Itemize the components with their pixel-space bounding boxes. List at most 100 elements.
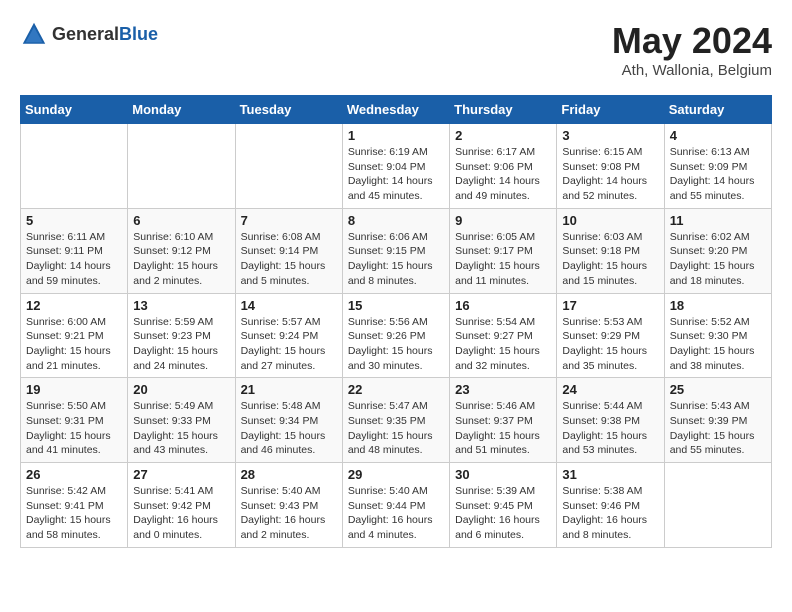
calendar-cell: 18 Sunrise: 5:52 AM Sunset: 9:30 PM Dayli… [664, 293, 771, 378]
day-number: 20 [133, 382, 229, 397]
day-info: Sunrise: 5:40 AM Sunset: 9:44 PM Dayligh… [348, 484, 444, 543]
calendar-cell: 5 Sunrise: 6:11 AM Sunset: 9:11 PM Daylig… [21, 208, 128, 293]
calendar-cell: 4 Sunrise: 6:13 AM Sunset: 9:09 PM Daylig… [664, 124, 771, 209]
calendar-week-row: 5 Sunrise: 6:11 AM Sunset: 9:11 PM Daylig… [21, 208, 772, 293]
day-info: Sunrise: 5:48 AM Sunset: 9:34 PM Dayligh… [241, 399, 337, 458]
calendar-table: Sunday Monday Tuesday Wednesday Thursday… [20, 95, 772, 548]
calendar-cell: 6 Sunrise: 6:10 AM Sunset: 9:12 PM Daylig… [128, 208, 235, 293]
calendar-cell: 23Sunrise: 5:46 AM Sunset: 9:37 PM Dayli… [450, 378, 557, 463]
logo-icon [20, 20, 48, 48]
day-info: Sunrise: 5:41 AM Sunset: 9:42 PM Dayligh… [133, 484, 229, 543]
day-info: Sunrise: 5:47 AM Sunset: 9:35 PM Dayligh… [348, 399, 444, 458]
day-number: 25 [670, 382, 766, 397]
calendar-week-row: 1 Sunrise: 6:19 AM Sunset: 9:04 PM Daylig… [21, 124, 772, 209]
day-number: 6 [133, 213, 229, 228]
col-thursday: Thursday [450, 96, 557, 124]
day-info: Sunrise: 5:40 AM Sunset: 9:43 PM Dayligh… [241, 484, 337, 543]
day-info: Sunrise: 5:43 AM Sunset: 9:39 PM Dayligh… [670, 399, 766, 458]
day-number: 21 [241, 382, 337, 397]
day-info: Sunrise: 5:49 AM Sunset: 9:33 PM Dayligh… [133, 399, 229, 458]
day-info: Sunrise: 5:44 AM Sunset: 9:38 PM Dayligh… [562, 399, 658, 458]
calendar-cell: 2Sunrise: 6:17 AM Sunset: 9:06 PM Daylig… [450, 124, 557, 209]
calendar-cell: 28Sunrise: 5:40 AM Sunset: 9:43 PM Dayli… [235, 463, 342, 548]
calendar-cell: 3 Sunrise: 6:15 AM Sunset: 9:08 PM Daylig… [557, 124, 664, 209]
calendar-cell: 8Sunrise: 6:06 AM Sunset: 9:15 PM Daylig… [342, 208, 449, 293]
day-number: 4 [670, 128, 766, 143]
day-number: 27 [133, 467, 229, 482]
logo-general: GeneralBlue [52, 24, 158, 45]
calendar-cell: 22 Sunrise: 5:47 AM Sunset: 9:35 PM Dayli… [342, 378, 449, 463]
day-info: Sunrise: 5:39 AM Sunset: 9:45 PM Dayligh… [455, 484, 551, 543]
day-number: 29 [348, 467, 444, 482]
day-info: Sunrise: 5:59 AM Sunset: 9:23 PM Dayligh… [133, 315, 229, 374]
calendar-week-row: 12 Sunrise: 6:00 AM Sunset: 9:21 PM Dayli… [21, 293, 772, 378]
day-info: Sunrise: 6:13 AM Sunset: 9:09 PM Dayligh… [670, 145, 766, 204]
day-number: 5 [26, 213, 122, 228]
calendar-cell [21, 124, 128, 209]
logo: GeneralBlue [20, 20, 158, 48]
day-number: 16 [455, 298, 551, 313]
col-sunday: Sunday [21, 96, 128, 124]
day-info: Sunrise: 6:02 AM Sunset: 9:20 PM Dayligh… [670, 230, 766, 289]
calendar-cell: 29 Sunrise: 5:40 AM Sunset: 9:44 PM Dayli… [342, 463, 449, 548]
day-number: 31 [562, 467, 658, 482]
col-wednesday: Wednesday [342, 96, 449, 124]
day-number: 26 [26, 467, 122, 482]
calendar-cell: 30Sunrise: 5:39 AM Sunset: 9:45 PM Dayli… [450, 463, 557, 548]
calendar-cell: 11 Sunrise: 6:02 AM Sunset: 9:20 PM Dayli… [664, 208, 771, 293]
day-number: 1 [348, 128, 444, 143]
day-info: Sunrise: 6:17 AM Sunset: 9:06 PM Dayligh… [455, 145, 551, 204]
day-number: 19 [26, 382, 122, 397]
day-number: 11 [670, 213, 766, 228]
calendar-cell: 25 Sunrise: 5:43 AM Sunset: 9:39 PM Dayli… [664, 378, 771, 463]
day-number: 15 [348, 298, 444, 313]
calendar-cell: 21 Sunrise: 5:48 AM Sunset: 9:34 PM Dayli… [235, 378, 342, 463]
calendar-cell: 12 Sunrise: 6:00 AM Sunset: 9:21 PM Dayli… [21, 293, 128, 378]
calendar-cell: 24 Sunrise: 5:44 AM Sunset: 9:38 PM Dayli… [557, 378, 664, 463]
day-info: Sunrise: 5:53 AM Sunset: 9:29 PM Dayligh… [562, 315, 658, 374]
day-number: 10 [562, 213, 658, 228]
col-tuesday: Tuesday [235, 96, 342, 124]
calendar-cell: 15 Sunrise: 5:56 AM Sunset: 9:26 PM Dayli… [342, 293, 449, 378]
calendar-week-row: 19 Sunrise: 5:50 AM Sunset: 9:31 PM Dayli… [21, 378, 772, 463]
calendar-header-row: Sunday Monday Tuesday Wednesday Thursday… [21, 96, 772, 124]
calendar-cell: 1 Sunrise: 6:19 AM Sunset: 9:04 PM Daylig… [342, 124, 449, 209]
day-number: 7 [241, 213, 337, 228]
calendar-cell: 13Sunrise: 5:59 AM Sunset: 9:23 PM Dayli… [128, 293, 235, 378]
location: Ath, Wallonia, Belgium [612, 62, 772, 79]
month-year: May 2024 [612, 20, 772, 62]
day-info: Sunrise: 6:00 AM Sunset: 9:21 PM Dayligh… [26, 315, 122, 374]
day-number: 3 [562, 128, 658, 143]
col-monday: Monday [128, 96, 235, 124]
day-info: Sunrise: 5:54 AM Sunset: 9:27 PM Dayligh… [455, 315, 551, 374]
day-info: Sunrise: 6:10 AM Sunset: 9:12 PM Dayligh… [133, 230, 229, 289]
calendar-cell: 26Sunrise: 5:42 AM Sunset: 9:41 PM Dayli… [21, 463, 128, 548]
day-info: Sunrise: 5:50 AM Sunset: 9:31 PM Dayligh… [26, 399, 122, 458]
calendar-cell [128, 124, 235, 209]
calendar-cell [664, 463, 771, 548]
day-info: Sunrise: 5:46 AM Sunset: 9:37 PM Dayligh… [455, 399, 551, 458]
day-info: Sunrise: 6:15 AM Sunset: 9:08 PM Dayligh… [562, 145, 658, 204]
day-number: 22 [348, 382, 444, 397]
calendar-cell: 27 Sunrise: 5:41 AM Sunset: 9:42 PM Dayli… [128, 463, 235, 548]
day-info: Sunrise: 5:56 AM Sunset: 9:26 PM Dayligh… [348, 315, 444, 374]
calendar-cell: 14Sunrise: 5:57 AM Sunset: 9:24 PM Dayli… [235, 293, 342, 378]
day-number: 14 [241, 298, 337, 313]
day-number: 24 [562, 382, 658, 397]
day-info: Sunrise: 6:06 AM Sunset: 9:15 PM Dayligh… [348, 230, 444, 289]
day-number: 9 [455, 213, 551, 228]
col-friday: Friday [557, 96, 664, 124]
day-info: Sunrise: 6:11 AM Sunset: 9:11 PM Dayligh… [26, 230, 122, 289]
title-block: May 2024 Ath, Wallonia, Belgium [612, 20, 772, 79]
calendar-cell: 10Sunrise: 6:03 AM Sunset: 9:18 PM Dayli… [557, 208, 664, 293]
day-info: Sunrise: 6:08 AM Sunset: 9:14 PM Dayligh… [241, 230, 337, 289]
col-saturday: Saturday [664, 96, 771, 124]
day-number: 12 [26, 298, 122, 313]
calendar-cell: 31Sunrise: 5:38 AM Sunset: 9:46 PM Dayli… [557, 463, 664, 548]
day-number: 17 [562, 298, 658, 313]
day-number: 18 [670, 298, 766, 313]
calendar-cell: 16 Sunrise: 5:54 AM Sunset: 9:27 PM Dayli… [450, 293, 557, 378]
day-info: Sunrise: 5:52 AM Sunset: 9:30 PM Dayligh… [670, 315, 766, 374]
day-info: Sunrise: 6:19 AM Sunset: 9:04 PM Dayligh… [348, 145, 444, 204]
day-info: Sunrise: 6:05 AM Sunset: 9:17 PM Dayligh… [455, 230, 551, 289]
